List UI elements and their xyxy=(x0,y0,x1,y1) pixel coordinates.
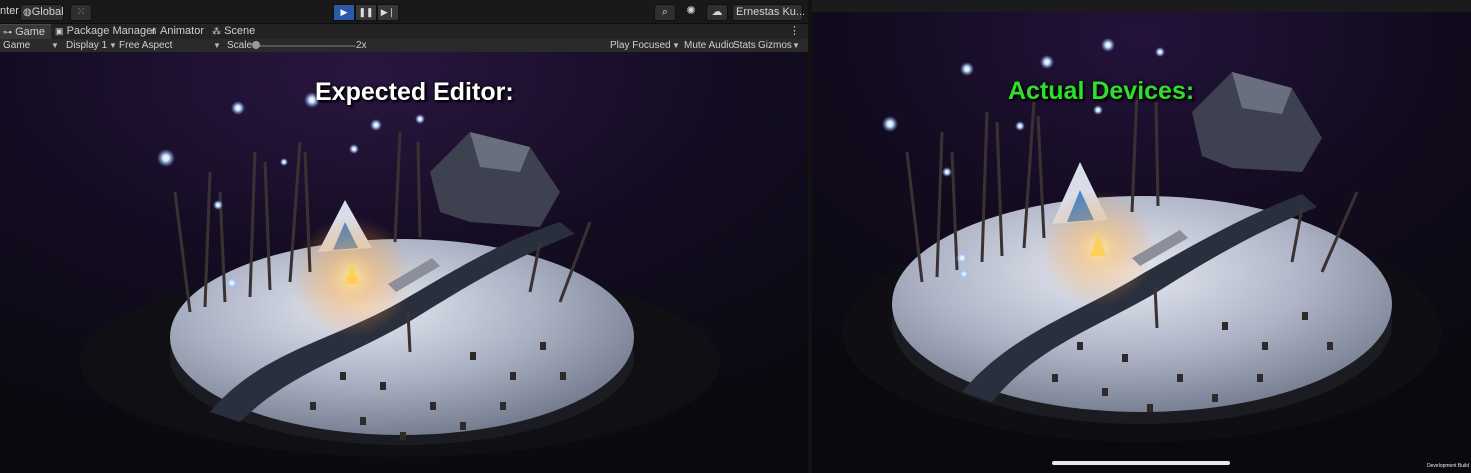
cloud-icon: ☁ xyxy=(711,6,723,18)
chevron-down-icon: ▼ xyxy=(792,41,800,50)
device-screenshot: Actual Devices: Development Build xyxy=(812,0,1471,473)
editor-tab-bar: ⊶ Game ▣ Package Manager ⋔ Animator ⁂ Sc… xyxy=(0,24,808,40)
chevron-down-icon: ▼ xyxy=(213,41,221,50)
play-controls: ▶ ❚❚ ▶❘ xyxy=(333,4,399,21)
tab-game[interactable]: ⊶ Game xyxy=(0,24,51,40)
view-select[interactable]: Game ▼ xyxy=(3,39,59,52)
play-mode-select[interactable]: Play Focused ▼ xyxy=(610,39,680,52)
search-button[interactable]: ⌕ xyxy=(654,4,676,21)
cloud-button[interactable]: ☁ xyxy=(706,4,728,21)
settings-button[interactable]: ✺ xyxy=(684,4,698,19)
settings-icon: ✺ xyxy=(686,5,696,17)
device-overlay-label: Actual Devices: xyxy=(1008,77,1195,105)
snow-island-scene xyxy=(0,52,808,473)
play-button[interactable]: ▶ xyxy=(333,4,355,21)
home-indicator[interactable] xyxy=(1052,461,1230,465)
tab-animator[interactable]: ⋔ Animator xyxy=(150,24,204,39)
editor-overlay-label: Expected Editor: xyxy=(315,78,514,106)
stats-toggle[interactable]: Stats xyxy=(733,39,756,52)
chevron-down-icon: ▼ xyxy=(51,41,59,50)
scene-icon: ⁂ xyxy=(212,26,221,36)
step-button[interactable]: ▶❘ xyxy=(377,4,399,21)
grid-snap-button[interactable]: ⁙ xyxy=(70,4,92,21)
grid-snap-icon: ⁙ xyxy=(76,6,86,18)
device-top-strip xyxy=(812,0,1471,12)
mute-audio-toggle[interactable]: Mute Audio xyxy=(684,39,734,52)
global-toggle[interactable]: ◍Global xyxy=(20,4,64,21)
play-icon: ▶ xyxy=(340,7,348,17)
pause-button[interactable]: ❚❚ xyxy=(355,4,377,21)
scale-value: 2x xyxy=(356,40,367,51)
search-icon: ⌕ xyxy=(661,6,669,18)
pause-icon: ❚❚ xyxy=(358,7,374,17)
chevron-down-icon: ▼ xyxy=(109,41,117,50)
kebab-menu-icon: ⋮ xyxy=(789,25,800,37)
tab-package-manager[interactable]: ▣ Package Manager xyxy=(55,24,156,39)
unity-editor-window: nter ◍Global ⁙ ▶ ❚❚ ▶❘ ⌕ ✺ ☁ Ernestas Ku… xyxy=(0,0,816,473)
tab-menu-button[interactable]: ⋮ xyxy=(789,24,800,39)
animator-icon: ⋔ xyxy=(150,26,158,36)
aspect-select[interactable]: Free Aspect ▼ xyxy=(119,39,221,52)
package-icon: ▣ xyxy=(55,26,64,36)
gizmos-toggle[interactable]: Gizmos ▼ xyxy=(758,39,800,52)
scale-slider-track[interactable] xyxy=(256,45,356,47)
account-dropdown[interactable]: Ernestas Ku... ▼ xyxy=(732,4,816,21)
scale-label: Scale xyxy=(227,40,253,51)
tab-scene[interactable]: ⁂ Scene xyxy=(212,24,255,39)
game-view[interactable]: Expected Editor: xyxy=(0,52,808,473)
game-view-bar: Game ▼ Display 1 ▼ Free Aspect ▼ Scale 2… xyxy=(0,39,808,53)
development-build-label: Development Build xyxy=(1427,463,1469,469)
chevron-down-icon: ▼ xyxy=(672,41,680,50)
globe-icon: ◍ xyxy=(23,7,32,18)
display-select[interactable]: Display 1 ▼ xyxy=(66,39,117,52)
main-toolbar: nter ◍Global ⁙ ▶ ❚❚ ▶❘ ⌕ ✺ ☁ Ernestas Ku… xyxy=(0,0,816,24)
center-toggle[interactable]: nter xyxy=(0,4,19,19)
scale-slider-handle[interactable] xyxy=(252,41,260,49)
step-icon: ▶❘ xyxy=(380,7,396,17)
gamepad-icon: ⊶ xyxy=(3,27,12,37)
